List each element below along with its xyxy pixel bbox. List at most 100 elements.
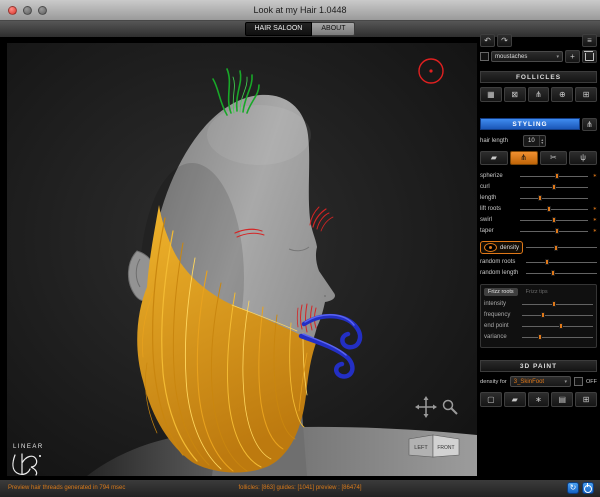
slider-track[interactable] xyxy=(522,311,593,319)
add-preset-button[interactable]: + xyxy=(565,50,580,63)
slider-track[interactable] xyxy=(526,269,597,277)
slider-handle[interactable] xyxy=(541,312,546,318)
tab-hair-saloon[interactable]: HAIR SALOON xyxy=(244,22,313,36)
paint-header: 3D PAINT xyxy=(480,360,597,372)
close-button[interactable] xyxy=(8,6,17,15)
minimize-button[interactable] xyxy=(23,6,32,15)
slider-track[interactable] xyxy=(526,258,597,266)
undo-icon[interactable]: ↶ xyxy=(480,34,495,47)
view-cube[interactable]: LEFT FRONT xyxy=(408,434,460,458)
viewport-canvas[interactable]: LEFT FRONT LINEAR xyxy=(7,43,477,476)
tab-frizz-roots[interactable]: Frizz roots xyxy=(484,288,518,296)
frizz-panel: Frizz roots Frizz tips intensity frequen… xyxy=(480,284,597,348)
slider-handle[interactable] xyxy=(551,301,556,307)
slider-handle[interactable] xyxy=(552,217,556,223)
paint-toolbar: ▢ ▰ ∗ ▤ ⊞ xyxy=(480,392,597,407)
slider-label: random length xyxy=(480,270,519,276)
comb-tool-icon[interactable]: ⋔ xyxy=(509,151,538,165)
slider-handle[interactable] xyxy=(550,270,555,276)
scissors-tool-icon[interactable]: ✂ xyxy=(539,151,568,165)
hair-length-stepper[interactable]: 10 ▴ ▾ xyxy=(523,135,546,147)
power-icon[interactable] xyxy=(582,482,594,494)
slider-label: length xyxy=(480,195,497,201)
density-chip[interactable]: density xyxy=(480,241,524,254)
slider-track[interactable] xyxy=(522,333,593,341)
off-checkbox[interactable] xyxy=(574,377,583,386)
stepper-down-icon[interactable]: ▾ xyxy=(541,141,543,145)
density-slider-track[interactable] xyxy=(526,244,597,252)
off-label: OFF xyxy=(586,378,597,385)
viewport[interactable]: LEFT FRONT LINEAR xyxy=(6,42,478,477)
density-row: density xyxy=(480,241,597,254)
slider-row-swirl: swirl ∗ xyxy=(480,215,597,225)
surface-select-value: 3_SkinFoot xyxy=(513,378,545,385)
slider-track[interactable] xyxy=(520,183,588,191)
tab-frizz-tips[interactable]: Frizz tips xyxy=(522,288,552,296)
rake-tool-icon[interactable]: ψ xyxy=(569,151,597,165)
density-for-label: density for xyxy=(480,378,507,385)
fill-map-icon[interactable]: ▤ xyxy=(551,392,574,407)
status-message: Preview hair threads generated in 794 ms… xyxy=(8,485,126,491)
keyframe-marker[interactable]: ∗ xyxy=(588,173,597,179)
surface-select[interactable]: 3_SkinFoot ▾ xyxy=(509,376,571,387)
follicles-comb-icon[interactable]: ⋔ xyxy=(527,87,550,102)
follicles-mesh-icon[interactable]: ⊞ xyxy=(575,87,597,102)
slider-row-random-roots: random roots xyxy=(480,257,597,267)
sync-icon[interactable]: ↻ xyxy=(567,482,579,494)
clear-map-icon[interactable]: ▢ xyxy=(480,392,502,407)
follicles-grid-icon[interactable]: ▦ xyxy=(480,87,502,102)
import-map-icon[interactable]: ⊞ xyxy=(575,392,597,407)
paint-brush-icon[interactable]: ▰ xyxy=(503,392,526,407)
stepper-arrows[interactable]: ▴ ▾ xyxy=(538,136,545,146)
slider-track[interactable] xyxy=(520,216,588,224)
tab-about[interactable]: ABOUT xyxy=(312,22,356,36)
panel-toolbar: ↶ ↷ ≡ xyxy=(480,34,597,47)
status-bar: Preview hair threads generated in 794 ms… xyxy=(0,479,600,497)
density-for-row: density for 3_SkinFoot ▾ OFF xyxy=(480,376,597,387)
slider-track[interactable] xyxy=(520,227,588,235)
brush-tool-icon[interactable]: ▰ xyxy=(480,151,508,165)
view-cube-front-label: FRONT xyxy=(437,445,454,451)
slider-row-random-length: random length xyxy=(480,268,597,278)
slider-track[interactable] xyxy=(520,172,588,180)
redo-icon[interactable]: ↷ xyxy=(497,34,512,47)
slider-handle[interactable] xyxy=(555,228,560,234)
delete-preset-button[interactable] xyxy=(582,50,597,63)
slider-handle[interactable] xyxy=(552,184,556,190)
slider-handle[interactable] xyxy=(553,244,558,251)
follicles-link-icon[interactable]: ⊕ xyxy=(551,87,574,102)
preset-select[interactable]: moustaches ▾ xyxy=(491,51,563,62)
zoom-button[interactable] xyxy=(38,6,47,15)
styling-header-row: STYLING ⋔ xyxy=(480,118,597,131)
slider-label: spherize xyxy=(480,173,503,179)
slider-handle[interactable] xyxy=(538,195,543,201)
follicles-header: FOLLICLES xyxy=(480,71,597,83)
slider-row-spherize: spherize ∗ xyxy=(480,171,597,181)
slider-track[interactable] xyxy=(520,205,588,213)
options-icon[interactable]: ≡ xyxy=(582,34,597,47)
status-icons: ↻ xyxy=(567,482,594,494)
paw-print-icon[interactable]: ∗ xyxy=(527,392,550,407)
traffic-lights xyxy=(8,6,47,15)
keyframe-marker[interactable]: ∗ xyxy=(588,228,597,234)
slider-track[interactable] xyxy=(522,300,593,308)
hair-length-label: hair length xyxy=(480,138,509,144)
slider-track[interactable] xyxy=(522,322,593,330)
slider-label: intensity xyxy=(484,301,507,307)
slider-handle[interactable] xyxy=(546,206,551,212)
slider-handle[interactable] xyxy=(559,323,564,329)
slider-label: taper xyxy=(480,228,494,234)
keyframe-marker[interactable]: ∗ xyxy=(588,217,597,223)
slider-label: end point xyxy=(484,323,509,329)
follicles-delete-icon[interactable]: ⊠ xyxy=(503,87,526,102)
density-label: density xyxy=(500,244,520,251)
preset-checkbox[interactable] xyxy=(480,52,489,61)
slider-handle[interactable] xyxy=(537,334,542,340)
keyframe-marker[interactable]: ∗ xyxy=(588,206,597,212)
slider-track[interactable] xyxy=(520,194,588,202)
window-title: Look at my Hair 1.0448 xyxy=(253,5,347,15)
hair-length-value: 10 xyxy=(528,138,535,144)
styling-comb-icon[interactable]: ⋔ xyxy=(582,118,597,131)
slider-handle[interactable] xyxy=(555,173,560,179)
slider-handle[interactable] xyxy=(545,259,550,265)
